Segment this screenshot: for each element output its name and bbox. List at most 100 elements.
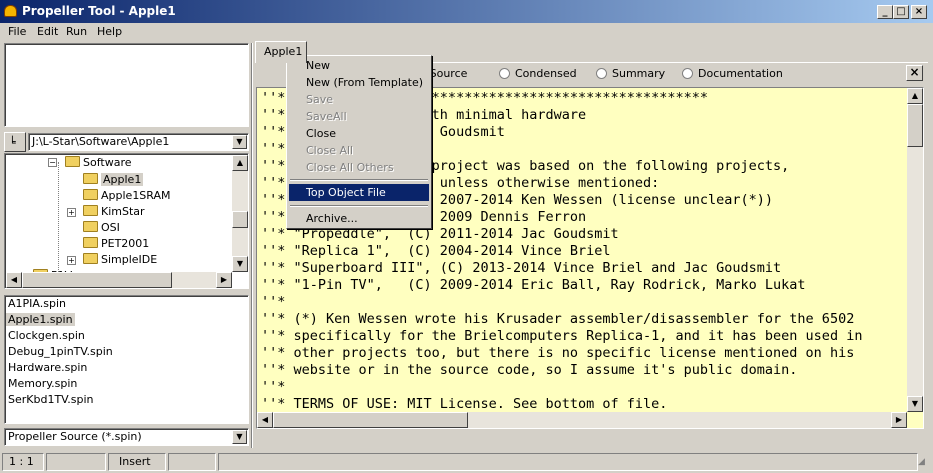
scroll-thumb[interactable] (907, 104, 923, 147)
tab-context-menu: New New (From Template) Save SaveAll Clo… (286, 55, 432, 229)
chevron-down-icon[interactable]: ▼ (232, 430, 247, 444)
maximize-button[interactable]: □ (893, 5, 909, 19)
close-tab-button[interactable]: × (906, 65, 923, 81)
radio-condensed[interactable]: Condensed (499, 67, 577, 80)
editor-horizontal-scrollbar[interactable]: ◀ ▶ (257, 412, 907, 428)
folder-icon (83, 237, 98, 248)
scroll-right-icon[interactable]: ▶ (891, 412, 907, 428)
title-bar: Propeller Tool - Apple1 _ □ × (0, 0, 933, 23)
tree-item-osi[interactable]: OSI (83, 220, 120, 235)
tree-item-pet2001[interactable]: PET2001 (83, 236, 149, 251)
close-icon: × (909, 65, 920, 79)
scroll-thumb[interactable] (22, 272, 172, 288)
menu-help[interactable]: Help (97, 25, 122, 38)
scroll-up-icon[interactable]: ▲ (907, 88, 923, 104)
window-title: Propeller Tool - Apple1 (22, 4, 176, 18)
tree-item-simpleide[interactable]: SimpleIDE (83, 252, 157, 267)
menu-item-saveall[interactable]: SaveAll (289, 108, 429, 125)
tree-item-software[interactable]: Software (65, 155, 132, 170)
file-filter-value: Propeller Source (*.spin) (8, 430, 142, 443)
tree-vertical-scrollbar[interactable]: ▲ ▼ (232, 155, 248, 272)
list-item[interactable]: Clockgen.spin (5, 328, 248, 344)
collapse-software-icon[interactable]: − (48, 158, 57, 167)
status-bar: 1 : 1 Insert ◢ (0, 451, 933, 473)
panel-splitter[interactable] (251, 43, 253, 448)
scroll-up-icon[interactable]: ▲ (232, 155, 248, 171)
status-cursor-position: 1 : 1 (2, 453, 44, 471)
tree-item-kimstar[interactable]: KimStar (83, 204, 145, 219)
menu-item-close[interactable]: Close (289, 125, 429, 142)
radio-documentation[interactable]: Documentation (682, 67, 783, 80)
code-line[interactable]: ''* (261, 379, 862, 396)
scroll-down-icon[interactable]: ▼ (907, 396, 923, 412)
list-item[interactable]: Hardware.spin (5, 360, 248, 376)
folder-up-button[interactable]: ╘ (4, 132, 26, 152)
code-line[interactable]: ''* "Replica 1", (C) 2004-2014 Vince Bri… (261, 243, 862, 260)
tree-item-label: KimStar (101, 205, 145, 218)
list-item[interactable]: A1PIA.spin (5, 296, 248, 312)
status-message (218, 453, 918, 471)
expand-simpleide-icon[interactable]: + (67, 256, 76, 265)
scroll-left-icon[interactable]: ◀ (6, 272, 22, 288)
status-edit-mode: Insert (108, 453, 166, 471)
list-item[interactable]: Debug_1pinTV.spin (5, 344, 248, 360)
folder-icon (83, 205, 98, 216)
radio-summary[interactable]: Summary (596, 67, 665, 80)
minimize-button[interactable]: _ (877, 5, 893, 19)
scroll-left-icon[interactable]: ◀ (257, 412, 273, 428)
tree-horizontal-scrollbar[interactable]: ◀ ▶ (6, 272, 232, 288)
close-window-button[interactable]: × (911, 5, 927, 19)
code-line[interactable]: ''* "1-Pin TV", (C) 2009-2014 Eric Ball,… (261, 277, 862, 294)
file-filter-combo[interactable]: Propeller Source (*.spin) ▼ (4, 428, 249, 446)
tree-item-label: Software (83, 156, 132, 169)
folder-up-icon: ╘ (9, 136, 16, 149)
code-line[interactable]: ''* specifically for the Brielcomputers … (261, 328, 862, 345)
code-line[interactable]: ''* (*) Ken Wessen wrote his Krusader as… (261, 311, 862, 328)
chevron-down-icon[interactable]: ▼ (232, 135, 247, 149)
menu-edit[interactable]: Edit (37, 25, 58, 38)
list-item[interactable]: Apple1.spin (5, 312, 248, 328)
scroll-right-icon[interactable]: ▶ (216, 272, 232, 288)
tree-item-label: SimpleIDE (101, 253, 158, 266)
code-line[interactable]: ''* "Superboard III", (C) 2013-2014 Vinc… (261, 260, 862, 277)
radio-documentation-label: Documentation (698, 67, 783, 80)
menu-item-close-all-others[interactable]: Close All Others (289, 159, 429, 176)
menu-item-top-object-file[interactable]: Top Object File (289, 184, 429, 201)
code-line[interactable]: ''* other projects too, but there is no … (261, 345, 862, 362)
code-line[interactable]: ''* (261, 294, 862, 311)
folder-open-icon (83, 173, 98, 184)
code-line[interactable]: ''* TERMS OF USE: MIT License. See botto… (261, 396, 862, 412)
menu-item-new[interactable]: New (289, 57, 429, 74)
menu-bar: File Edit Run Help (0, 23, 933, 41)
menu-separator (290, 179, 428, 181)
list-item[interactable]: SerKbd1TV.spin (5, 392, 248, 408)
code-line[interactable]: ''* website or in the source code, so I … (261, 362, 862, 379)
status-empty-2 (168, 453, 216, 471)
folder-open-icon (65, 156, 80, 167)
menu-run[interactable]: Run (66, 25, 87, 38)
menu-item-new-from-template[interactable]: New (From Template) (289, 74, 429, 91)
menu-item-close-all[interactable]: Close All (289, 142, 429, 159)
radio-condensed-label: Condensed (515, 67, 577, 80)
size-grip-icon[interactable]: ◢ (918, 457, 931, 470)
scroll-down-icon[interactable]: ▼ (232, 256, 248, 272)
tab-apple1[interactable]: Apple1 (255, 41, 307, 63)
library-panel (4, 43, 249, 127)
menu-item-save[interactable]: Save (289, 91, 429, 108)
tree-item-label: PET2001 (101, 237, 150, 250)
menu-item-archive[interactable]: Archive... (289, 210, 429, 227)
folder-icon (83, 253, 98, 264)
tree-item-apple1[interactable]: Apple1 (83, 172, 144, 187)
tree-item-apple1sram[interactable]: Apple1SRAM (83, 188, 171, 203)
menu-separator (290, 205, 428, 207)
list-item[interactable]: Memory.spin (5, 376, 248, 392)
path-combo[interactable]: J:\L-Star\Software\Apple1 ▼ (28, 133, 249, 151)
folder-icon (83, 189, 98, 200)
scroll-thumb[interactable] (232, 211, 248, 228)
scroll-thumb[interactable] (273, 412, 468, 428)
file-list: A1PIA.spin Apple1.spin Clockgen.spin Deb… (4, 295, 249, 424)
menu-file[interactable]: File (8, 25, 26, 38)
expand-kimstar-icon[interactable]: + (67, 208, 76, 217)
radio-icon (499, 68, 510, 79)
editor-vertical-scrollbar[interactable]: ▲ ▼ (907, 88, 923, 412)
